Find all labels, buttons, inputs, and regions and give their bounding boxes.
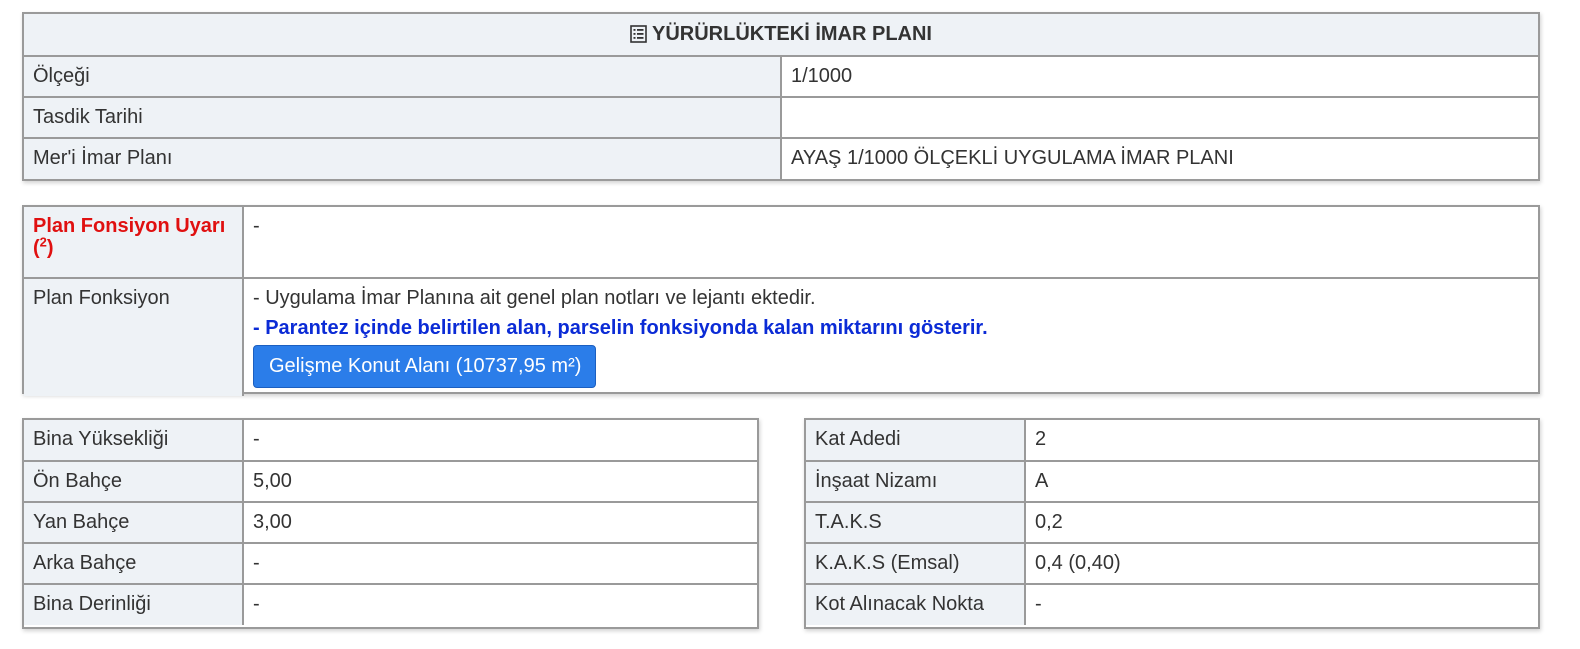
table-row: Arka Bahçe - bbox=[24, 542, 757, 585]
row-value: 0,2 bbox=[1024, 501, 1538, 544]
row-label: Bina Yüksekliği bbox=[24, 420, 244, 462]
table-row: Kot Alınacak Nokta - bbox=[806, 583, 1538, 625]
row-label: Ölçeği bbox=[24, 55, 782, 98]
table-row: K.A.K.S (Emsal) 0,4 (0,40) bbox=[806, 542, 1538, 585]
row-label: Mer'i İmar Planı bbox=[24, 137, 782, 179]
row-label: İnşaat Nizamı bbox=[806, 460, 1026, 503]
warning-label: Plan Fonsiyon Uyarı (2) bbox=[33, 215, 226, 259]
plan-note: - Uygulama İmar Planına ait genel plan n… bbox=[253, 287, 816, 309]
row-label: Tasdik Tarihi bbox=[24, 96, 782, 139]
plan-title-cell: YÜRÜRLÜKTEKİ İMAR PLANI bbox=[24, 14, 1538, 57]
plan-info-table: YÜRÜRLÜKTEKİ İMAR PLANI Ölçeği 1/1000 Ta… bbox=[24, 14, 1538, 179]
plan-function-table: Plan Fonsiyon Uyarı (2) - Plan Fonksiyon… bbox=[24, 207, 1538, 396]
table-row: Tasdik Tarihi bbox=[24, 96, 1538, 139]
table-row: Yan Bahçe 3,00 bbox=[24, 501, 757, 544]
row-label: Ön Bahçe bbox=[24, 460, 244, 503]
row-value: 1/1000 bbox=[780, 55, 1538, 98]
row-label: Arka Bahçe bbox=[24, 542, 244, 585]
footnote-marker: 2 bbox=[39, 234, 47, 250]
row-value: - bbox=[242, 583, 757, 625]
table-row: İnşaat Nizamı A bbox=[806, 460, 1538, 503]
row-value: 3,00 bbox=[242, 501, 757, 544]
row-value bbox=[780, 96, 1538, 139]
warning-value: - bbox=[242, 207, 1538, 279]
table-row: Ön Bahçe 5,00 bbox=[24, 460, 757, 503]
function-label: Plan Fonksiyon bbox=[24, 277, 244, 396]
plan-info-panel: YÜRÜRLÜKTEKİ İMAR PLANI Ölçeği 1/1000 Ta… bbox=[22, 12, 1540, 181]
row-value: 5,00 bbox=[242, 460, 757, 503]
row-value: A bbox=[1024, 460, 1538, 503]
table-row: T.A.K.S 0,2 bbox=[806, 501, 1538, 544]
plan-function-button[interactable]: Gelişme Konut Alanı (10737,95 m²) bbox=[253, 345, 597, 388]
table-row: Mer'i İmar Planı AYAŞ 1/1000 ÖLÇEKLİ UYG… bbox=[24, 137, 1538, 179]
plan-title: YÜRÜRLÜKTEKİ İMAR PLANI bbox=[652, 23, 932, 45]
row-value: - bbox=[1024, 583, 1538, 625]
row-label: K.A.K.S (Emsal) bbox=[806, 542, 1026, 585]
row-label: Bina Derinliği bbox=[24, 583, 244, 625]
left-details-table: Bina Yüksekliği - Ön Bahçe 5,00 Yan Bahç… bbox=[24, 420, 757, 625]
row-label: Yan Bahçe bbox=[24, 501, 244, 544]
row-value: 0,4 (0,40) bbox=[1024, 542, 1538, 585]
table-row: Kat Adedi 2 bbox=[806, 420, 1538, 462]
row-label: T.A.K.S bbox=[806, 501, 1026, 544]
function-value-cell: - Uygulama İmar Planına ait genel plan n… bbox=[242, 277, 1538, 396]
row-label: Kot Alınacak Nokta bbox=[806, 583, 1026, 625]
row-value: - bbox=[242, 420, 757, 462]
warning-label-cell: Plan Fonsiyon Uyarı (2) bbox=[24, 207, 244, 279]
row-label: Kat Adedi bbox=[806, 420, 1026, 462]
row-value: AYAŞ 1/1000 ÖLÇEKLİ UYGULAMA İMAR PLANI bbox=[780, 137, 1538, 179]
table-row: Plan Fonsiyon Uyarı (2) - bbox=[24, 207, 1538, 279]
plan-function-panel: Plan Fonsiyon Uyarı (2) - Plan Fonksiyon… bbox=[22, 205, 1540, 396]
table-row: Bina Derinliği - bbox=[24, 583, 757, 625]
row-value: 2 bbox=[1024, 420, 1538, 462]
left-details-panel: Bina Yüksekliği - Ön Bahçe 5,00 Yan Bahç… bbox=[22, 418, 759, 629]
plan-note-bold: - Parantez içinde belirtilen alan, parse… bbox=[253, 317, 988, 339]
list-alt-icon bbox=[630, 25, 647, 43]
table-row: Ölçeği 1/1000 bbox=[24, 55, 1538, 98]
right-details-panel: Kat Adedi 2 İnşaat Nizamı A T.A.K.S 0,2 … bbox=[804, 418, 1540, 629]
plan-title-row: YÜRÜRLÜKTEKİ İMAR PLANI bbox=[24, 14, 1538, 57]
right-details-table: Kat Adedi 2 İnşaat Nizamı A T.A.K.S 0,2 … bbox=[806, 420, 1538, 625]
table-row: Bina Yüksekliği - bbox=[24, 420, 757, 462]
table-row: Plan Fonksiyon - Uygulama İmar Planına a… bbox=[24, 277, 1538, 396]
row-value: - bbox=[242, 542, 757, 585]
